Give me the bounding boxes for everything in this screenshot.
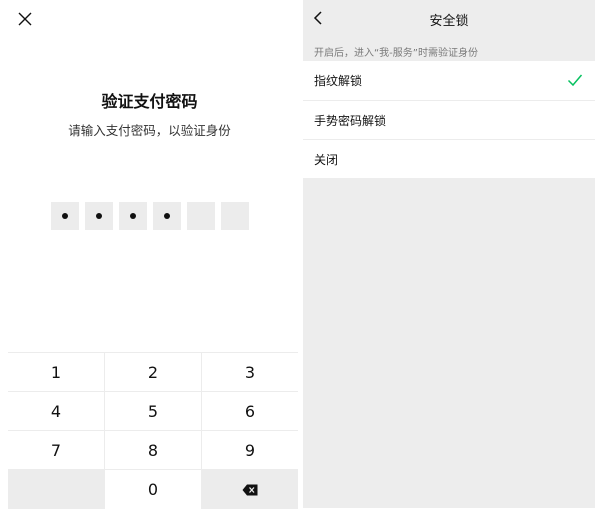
key-6[interactable]: 6 <box>202 392 298 431</box>
option-label: 手势密码解锁 <box>314 113 387 128</box>
key-3[interactable]: 3 <box>202 353 298 392</box>
option-label: 指纹解锁 <box>314 74 363 88</box>
pin-digit-box <box>51 202 79 230</box>
nav-title: 安全锁 <box>429 14 469 29</box>
pin-dot <box>62 213 68 219</box>
option-gesture-unlock[interactable]: 手势密码解锁 <box>303 100 595 139</box>
backspace-icon <box>242 484 258 496</box>
key-1[interactable]: 1 <box>8 353 105 392</box>
close-icon[interactable] <box>14 8 36 30</box>
backspace-button[interactable] <box>202 470 298 509</box>
pin-digit-box <box>187 202 215 230</box>
pin-input[interactable] <box>51 202 249 230</box>
security-lock-panel: 安全锁 开启后，进入“我-服务”时需验证身份 指纹解锁 手势密码解锁 关闭 <box>303 0 595 508</box>
pay-password-panel: 验证支付密码 请输入支付密码，以验证身份 1 2 3 4 5 6 7 8 9 0 <box>0 0 299 512</box>
option-off[interactable]: 关闭 <box>303 139 595 178</box>
section-hint: 开启后，进入“我-服务”时需验证身份 <box>314 48 478 59</box>
key-blank <box>8 470 105 509</box>
check-icon <box>567 73 583 87</box>
key-4[interactable]: 4 <box>8 392 105 431</box>
page-title: 验证支付密码 <box>101 92 198 111</box>
key-8[interactable]: 8 <box>105 431 202 470</box>
pin-digit-box <box>221 202 249 230</box>
lock-options-list: 指纹解锁 手势密码解锁 关闭 <box>303 61 595 178</box>
numeric-keypad: 1 2 3 4 5 6 7 8 9 0 <box>8 352 298 509</box>
pin-dot <box>96 213 102 219</box>
pin-digit-box <box>85 202 113 230</box>
page-subtitle: 请输入支付密码，以验证身份 <box>68 123 231 138</box>
key-5[interactable]: 5 <box>105 392 202 431</box>
key-9[interactable]: 9 <box>202 431 298 470</box>
pin-digit-box <box>153 202 181 230</box>
key-0[interactable]: 0 <box>105 470 202 509</box>
pin-dot <box>130 213 136 219</box>
option-fingerprint-unlock[interactable]: 指纹解锁 <box>303 61 595 100</box>
nav-bar: 安全锁 <box>303 0 595 36</box>
pin-digit-box <box>119 202 147 230</box>
option-label: 关闭 <box>314 152 339 167</box>
pin-dot <box>164 213 170 219</box>
key-2[interactable]: 2 <box>105 353 202 392</box>
key-7[interactable]: 7 <box>8 431 105 470</box>
